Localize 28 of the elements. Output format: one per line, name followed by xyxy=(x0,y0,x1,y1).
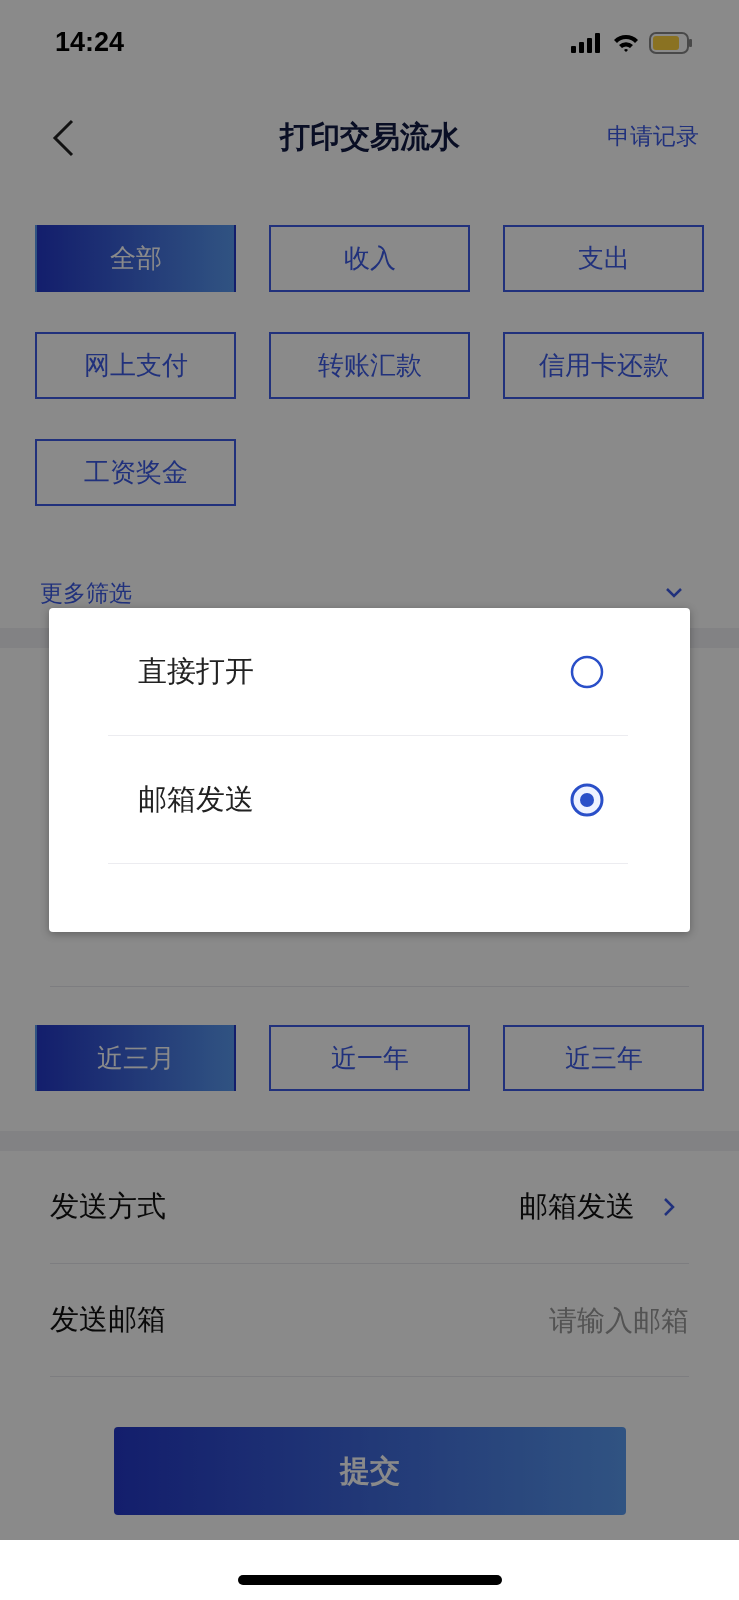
more-filters-link[interactable]: 更多筛选 xyxy=(40,577,132,609)
submit-button[interactable]: 提交 xyxy=(113,1427,626,1515)
option-label[interactable]: 直接打开 xyxy=(138,651,254,692)
wifi-icon xyxy=(613,32,639,53)
period-chip[interactable]: 近一年 xyxy=(269,1025,470,1091)
radio-button[interactable] xyxy=(570,782,604,817)
filter-chip[interactable]: 支出 xyxy=(503,225,704,292)
email-label: 发送邮箱 xyxy=(50,1301,166,1338)
radio-button[interactable] xyxy=(570,654,604,689)
history-link[interactable]: 申请记录 xyxy=(607,121,699,152)
page-title: 打印交易流水 xyxy=(279,118,460,156)
battery-icon xyxy=(649,31,693,54)
chevron-right-icon[interactable] xyxy=(663,1197,675,1217)
status-time: 14:24 xyxy=(55,27,125,58)
filter-chip[interactable]: 转账汇款 xyxy=(269,332,470,399)
filter-chip[interactable]: 工资奖金 xyxy=(35,439,236,506)
send-method-label: 发送方式 xyxy=(50,1188,166,1225)
period-chip[interactable]: 近三年 xyxy=(503,1025,704,1091)
send-method-value[interactable]: 邮箱发送 xyxy=(519,1187,635,1227)
filter-chip[interactable]: 信用卡还款 xyxy=(503,332,704,399)
chevron-down-icon[interactable] xyxy=(665,587,683,599)
filter-chip[interactable]: 网上支付 xyxy=(35,332,236,399)
filter-chip[interactable]: 收入 xyxy=(269,225,470,292)
option-label[interactable]: 邮箱发送 xyxy=(138,779,254,820)
period-chip[interactable]: 近三月 xyxy=(35,1025,236,1091)
filter-chip[interactable]: 全部 xyxy=(35,225,236,292)
back-icon[interactable] xyxy=(52,119,74,157)
signal-icon xyxy=(571,32,603,53)
